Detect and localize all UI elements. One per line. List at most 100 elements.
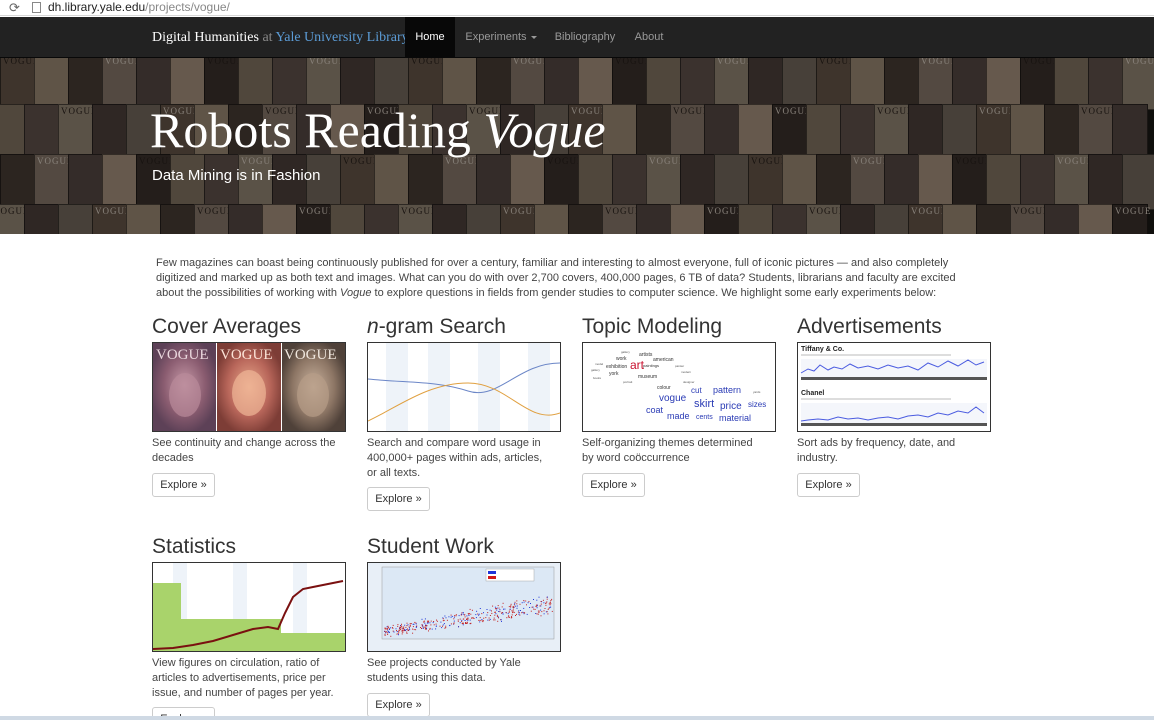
card-description: View figures on circulation, ratio of ar… (152, 657, 334, 699)
scatter-point (497, 605, 499, 607)
scatter-point (395, 628, 397, 630)
brand-yale-link[interactable]: Yale University Library (276, 30, 409, 45)
scatter-point (397, 633, 399, 635)
scatter-point (470, 613, 472, 615)
scatter-point (512, 606, 514, 608)
nav-about[interactable]: About (626, 17, 672, 58)
scatter-point (482, 620, 484, 622)
scatter-point (425, 624, 427, 626)
nav-experiments[interactable]: Experiments (457, 17, 545, 58)
url-text[interactable]: dh.library.yale.edu/projects/vogue/ (48, 0, 230, 15)
scatter-point (458, 615, 460, 617)
caret-down-icon (530, 35, 537, 39)
topic-word: paintings (643, 363, 659, 368)
student-work-thumbnail[interactable] (367, 562, 561, 652)
nav-bibliography[interactable]: Bibliography (547, 17, 623, 58)
scatter-point (487, 619, 489, 621)
scatter-point (521, 602, 523, 604)
scatter-point (457, 620, 459, 622)
scatter-point (446, 619, 448, 621)
scatter-point (546, 596, 548, 598)
card-ngram-search: n-gram Search Search and compare word us… (367, 314, 567, 511)
cover-averages-thumbnail[interactable]: VOGUE VOGUE VOGUE (152, 342, 346, 432)
scatter-point (494, 611, 496, 613)
scatter-point (457, 619, 459, 621)
scatter-point (483, 617, 485, 619)
scatter-point (483, 612, 484, 614)
scatter-point (423, 621, 425, 623)
scatter-point (491, 612, 493, 614)
scatter-point (542, 599, 544, 601)
scatter-point (404, 629, 406, 631)
scatter-point (510, 603, 512, 605)
scatter-point (384, 630, 386, 632)
scatter-point (423, 626, 425, 628)
scatter-point (422, 626, 424, 628)
scatter-point (396, 633, 398, 635)
scatter-point (524, 612, 526, 614)
ngram-n: n (367, 315, 379, 338)
scatter-point (485, 617, 487, 619)
scatter-point (403, 626, 405, 628)
scatter-point (548, 603, 550, 605)
scatter-point (454, 615, 456, 617)
scatter-point (392, 630, 394, 632)
scatter-point (402, 630, 404, 632)
scatter-point (536, 604, 538, 606)
scatter-point (495, 608, 497, 610)
topic-word: sizes (748, 400, 766, 409)
scatter-point (546, 611, 548, 613)
scatter-point (470, 622, 472, 624)
scatter-point (494, 614, 496, 616)
statistics-thumbnail[interactable] (152, 562, 346, 652)
explore-button-cover-averages[interactable]: Explore » (152, 473, 215, 497)
scatter-point (486, 609, 488, 610)
scatter-point (465, 622, 467, 624)
explore-button-ngram[interactable]: Explore » (367, 487, 430, 511)
scatter-point (412, 632, 414, 634)
scatter-point (462, 623, 464, 625)
ngram-thumbnail[interactable] (367, 342, 561, 432)
scatter-point (441, 627, 443, 629)
scatter-point (516, 605, 518, 607)
scatter-point (386, 626, 388, 628)
scatter-point (496, 609, 498, 611)
scatter-point (464, 614, 466, 616)
nav-home[interactable]: Home (405, 17, 455, 58)
scatter-point (516, 600, 518, 602)
cover-title-text: VOGUE (284, 347, 337, 363)
scatter-point (424, 622, 426, 624)
scatter-point (409, 625, 411, 627)
explore-button-student-work[interactable]: Explore » (367, 693, 430, 717)
scatter-point (531, 606, 533, 608)
scatter-point (540, 615, 542, 617)
card-title: Advertisements (797, 315, 942, 338)
scatter-point (428, 620, 430, 622)
explore-button-topic-modeling[interactable]: Explore » (582, 473, 645, 497)
scatter-point (396, 631, 398, 633)
cover-title-text: VOGUE (220, 347, 273, 363)
advertisements-thumbnail[interactable]: Tiffany & Co. Chanel (797, 342, 991, 432)
explore-button-advertisements[interactable]: Explore » (797, 473, 860, 497)
scatter-point (403, 628, 405, 630)
scatter-point (391, 627, 393, 629)
scatter-point (466, 618, 468, 620)
svg-text:portrait: portrait (623, 380, 633, 384)
scatter-point (478, 614, 480, 616)
ad-label: Chanel (801, 390, 824, 397)
scatter-point (536, 613, 538, 615)
scatter-point (442, 620, 444, 622)
scatter-point (482, 621, 484, 623)
site-brand[interactable]: Digital Humanities at Yale University Li… (152, 17, 409, 58)
scatter-point (453, 620, 455, 622)
scatter-point (550, 600, 552, 601)
scatter-point (527, 602, 529, 604)
scatter-point (544, 608, 546, 609)
scatter-point (487, 612, 489, 614)
svg-text:painter: painter (675, 364, 684, 368)
scatter-point (512, 612, 514, 614)
topic-modeling-thumbnail[interactable]: art vogue skirt price pattern coat made … (582, 342, 776, 432)
reload-icon[interactable]: ⟳ (9, 0, 20, 15)
browser-address-bar[interactable]: ⟳ dh.library.yale.edu/projects/vogue/ (0, 0, 1154, 16)
scatter-point (475, 617, 477, 619)
